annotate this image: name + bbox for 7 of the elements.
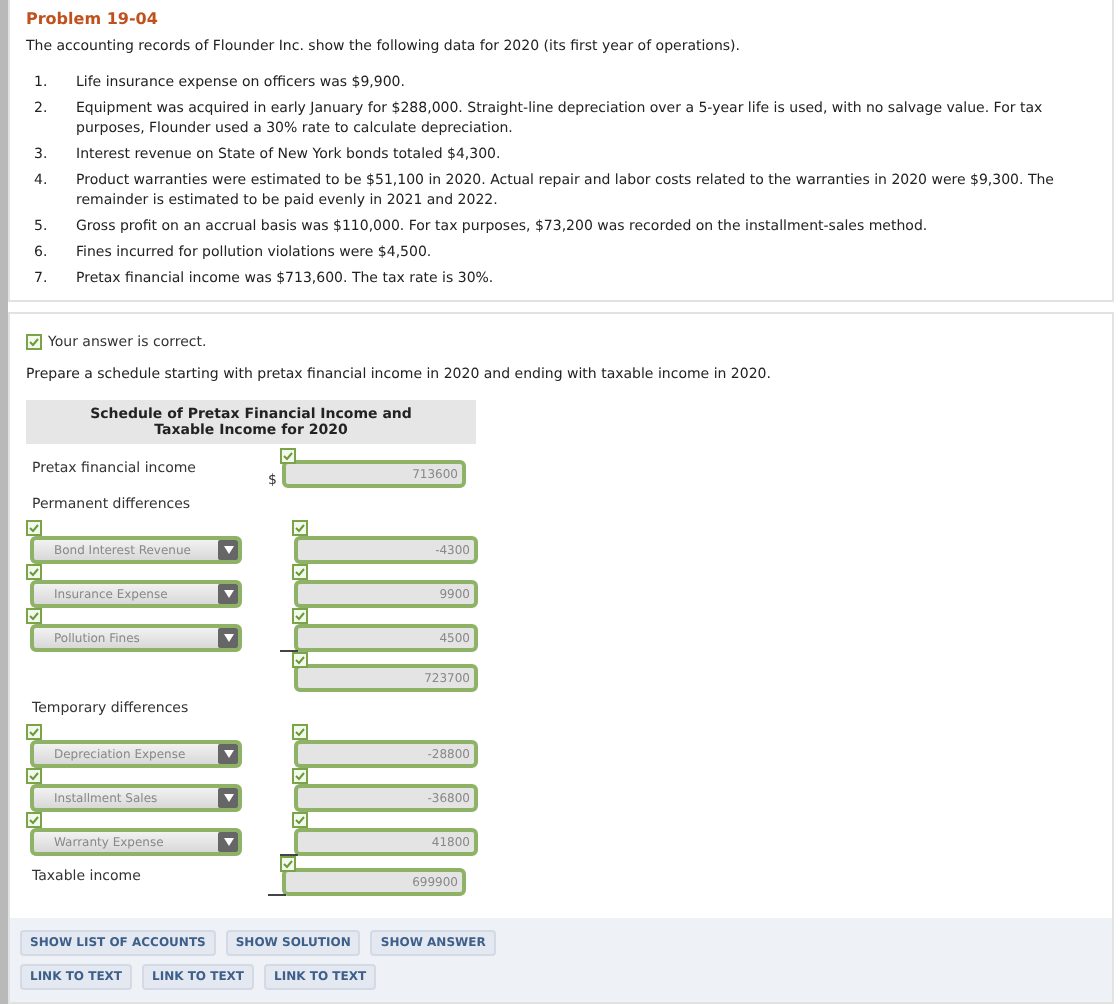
dropdown-caret-icon: [218, 832, 238, 852]
dropdown-caret-icon: [218, 628, 238, 648]
dropdown-caret-icon: [218, 744, 238, 764]
dropdown-caret-icon: [218, 584, 238, 604]
problem-title: Problem 19-04: [26, 10, 160, 28]
dropdown-caret-icon: [218, 788, 238, 808]
dropdown-caret-icon: [218, 540, 238, 560]
